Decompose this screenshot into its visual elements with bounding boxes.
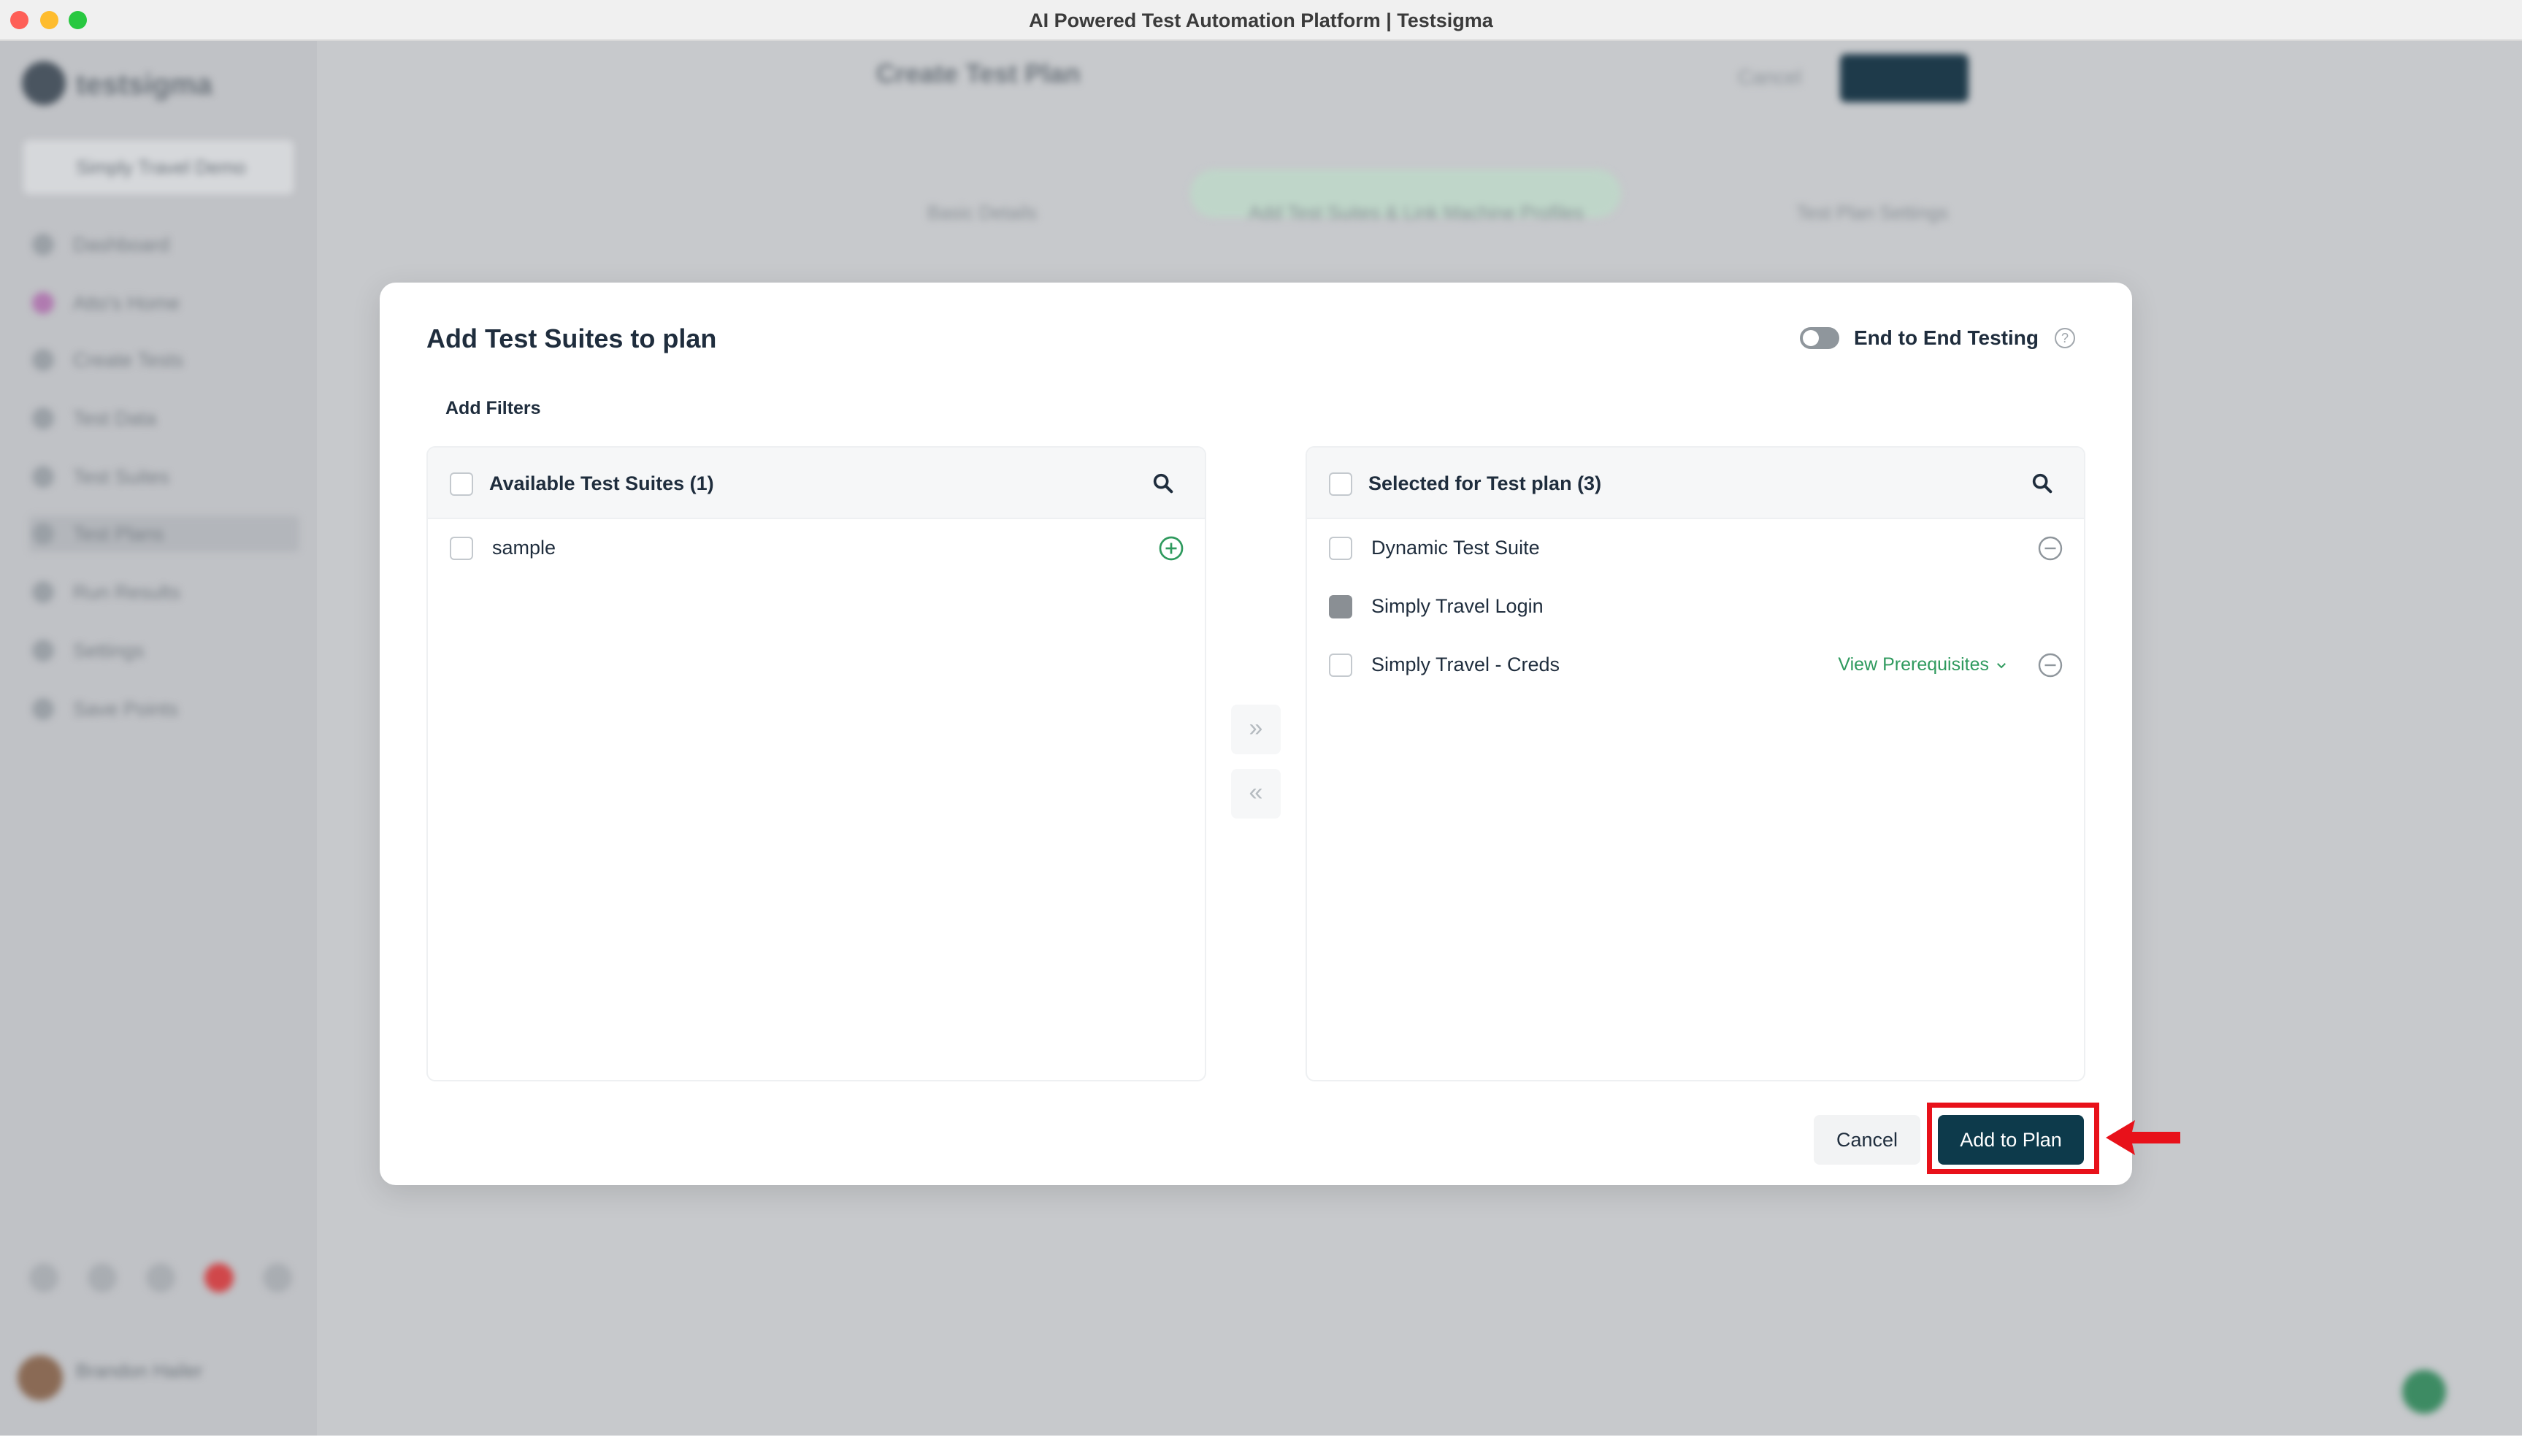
selected-test-suites-panel: Selected for Test plan (3) Dynamic Test …	[1306, 446, 2085, 1081]
settings-icon	[32, 640, 54, 662]
save-points-icon	[32, 698, 54, 720]
avatar	[18, 1355, 63, 1401]
available-panel-header: Available Test Suites (1)	[428, 448, 1205, 519]
available-panel-title: Available Test Suites (1)	[489, 472, 714, 494]
logo-icon	[22, 61, 66, 105]
add-circle-icon[interactable]	[1158, 535, 1184, 562]
close-window-button[interactable]	[10, 11, 28, 29]
sidebar: testsigma Simply Travel Demo Dashboard A…	[0, 41, 317, 1436]
list-item[interactable]: sample	[428, 519, 1205, 578]
page-title: Create Test Plan	[876, 58, 1081, 88]
item-checkbox[interactable]	[450, 537, 473, 560]
move-right-button[interactable]: »	[1231, 705, 1281, 754]
chat-fab-icon	[2402, 1370, 2446, 1414]
dashboard-icon	[32, 234, 54, 256]
run-results-icon	[32, 581, 54, 603]
item-label: Simply Travel Login	[1371, 595, 1544, 617]
window-titlebar: AI Powered Test Automation Platform | Te…	[0, 0, 2522, 41]
add-test-suites-dialog: Add Test Suites to plan End to End Testi…	[380, 283, 2132, 1185]
help-icon	[88, 1263, 117, 1292]
list-item[interactable]: Simply Travel Login	[1307, 578, 2084, 636]
step-basic-details: Basic Details	[927, 202, 1038, 223]
window-title: AI Powered Test Automation Platform | Te…	[1029, 9, 1493, 31]
highlight-box	[1927, 1103, 2099, 1174]
create-tests-icon	[32, 349, 54, 371]
add-filters-link[interactable]: Add Filters	[445, 398, 541, 419]
search-icon[interactable]	[1151, 471, 1176, 496]
selected-panel-title: Selected for Test plan (3)	[1368, 472, 1602, 494]
view-prerequisites-link[interactable]: View Prerequisites	[1838, 654, 2008, 675]
item-label: Dynamic Test Suite	[1371, 537, 1540, 559]
step-test-plan-settings: Test Plan Settings	[1796, 202, 1949, 223]
window-bottom-edge	[0, 1436, 2522, 1456]
background-continue-button	[1840, 54, 1969, 102]
logo-text: testsigma	[76, 69, 212, 101]
selected-panel-header: Selected for Test plan (3)	[1307, 448, 2084, 519]
end-to-end-toggle[interactable]	[1799, 327, 1839, 349]
test-suites-icon	[32, 466, 54, 488]
item-label: Simply Travel - Creds	[1371, 654, 1560, 675]
user-name: Brandon Hailer	[76, 1360, 203, 1382]
remove-circle-icon[interactable]	[2037, 535, 2063, 562]
list-item[interactable]: Simply Travel - Creds View Prerequisites	[1307, 636, 2084, 694]
sidebar-item-settings: Settings	[29, 632, 299, 669]
select-all-selected-checkbox[interactable]	[1329, 472, 1352, 496]
select-all-available-checkbox[interactable]	[450, 472, 473, 496]
search-icon[interactable]	[2030, 471, 2055, 496]
red-arrow-icon	[2106, 1120, 2180, 1155]
info-icon	[263, 1263, 292, 1292]
item-checkbox[interactable]	[1329, 537, 1352, 560]
end-to-end-testing-control: End to End Testing ?	[1799, 326, 2075, 350]
sidebar-item-test-plans: Test Plans	[29, 516, 299, 552]
sidebar-item-home: Atto's Home	[29, 285, 299, 321]
chevron-down-icon	[1997, 662, 2006, 668]
search-icon	[29, 1263, 58, 1292]
item-checkbox[interactable]	[1329, 654, 1352, 677]
workspace-selector: Simply Travel Demo	[23, 140, 294, 194]
view-prerequisites-label: View Prerequisites	[1838, 654, 1989, 675]
sidebar-item-save-points: Save Points	[29, 691, 299, 727]
workspace-name: Simply Travel Demo	[76, 156, 246, 178]
dialog-title: Add Test Suites to plan	[426, 323, 717, 353]
sidebar-item-test-suites: Test Suites	[29, 459, 299, 495]
minimize-window-button[interactable]	[40, 11, 58, 29]
maximize-window-button[interactable]	[69, 11, 87, 29]
sidebar-item-test-data: Test Data	[29, 400, 299, 437]
notification-icon	[204, 1263, 234, 1292]
cancel-button[interactable]: Cancel	[1814, 1115, 1920, 1165]
background-cancel-button: Cancel	[1738, 66, 1802, 88]
sidebar-item-dashboard: Dashboard	[29, 226, 299, 263]
item-checkbox[interactable]	[1329, 595, 1352, 618]
end-to-end-label: End to End Testing	[1853, 326, 2039, 349]
step-add-test-suites: Add Test Suites & Link Machine Profiles	[1249, 202, 1584, 223]
test-plans-icon	[32, 523, 54, 545]
home-icon	[32, 292, 54, 314]
question-circle-icon[interactable]: ?	[2055, 328, 2075, 348]
list-item[interactable]: Dynamic Test Suite	[1307, 519, 2084, 578]
sidebar-item-create-tests: Create Tests	[29, 342, 299, 378]
available-test-suites-panel: Available Test Suites (1) sample	[426, 446, 1206, 1081]
sidebar-item-run-results: Run Results	[29, 574, 299, 610]
move-left-button[interactable]: «	[1231, 769, 1281, 819]
remove-circle-icon[interactable]	[2037, 652, 2063, 678]
item-label: sample	[492, 537, 556, 559]
test-data-icon	[32, 407, 54, 429]
chat-icon	[146, 1263, 175, 1292]
